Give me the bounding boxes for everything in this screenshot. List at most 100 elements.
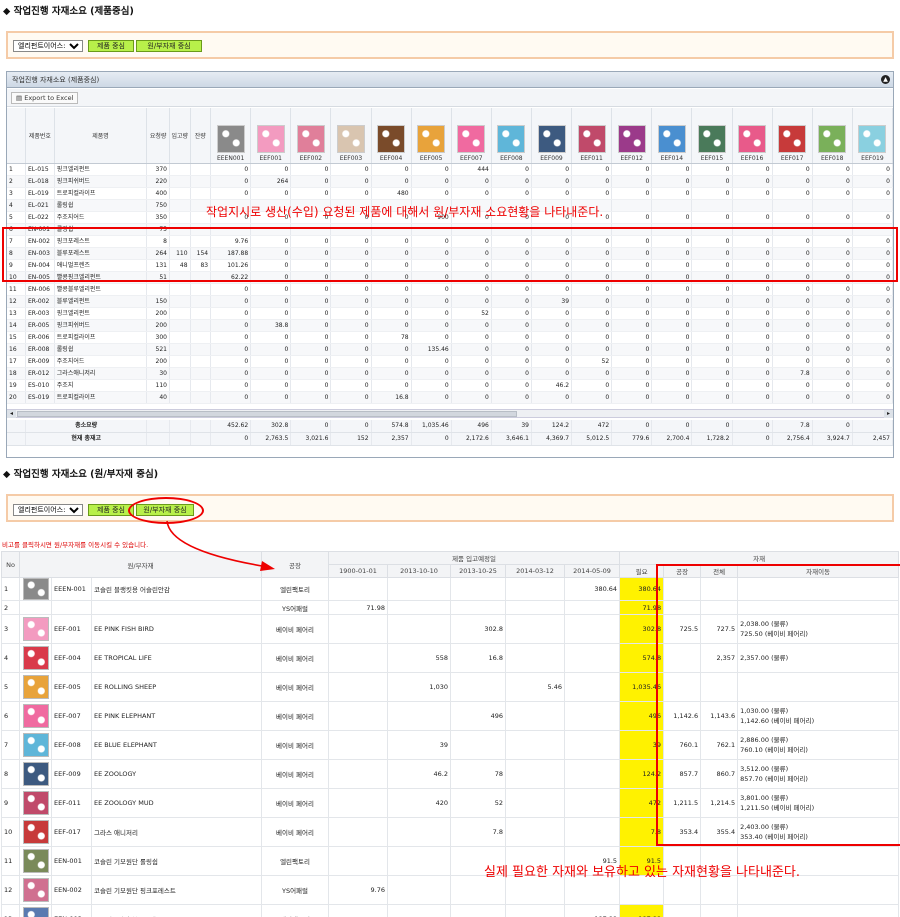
material-qty: 0 (411, 163, 452, 176)
summary-value: 2,172.6 (451, 432, 492, 446)
material-qty: 0 (371, 367, 412, 380)
col-material-eef001[interactable]: EEF001 (250, 108, 292, 164)
row-number: 15 (7, 331, 26, 344)
col-material-eef009[interactable]: EEF009 (531, 108, 573, 164)
row-number: 20 (7, 391, 26, 404)
material-qty: 0 (651, 319, 693, 332)
material-name: EE BLUE ELEPHANT (90, 730, 263, 760)
col-material-eef008[interactable]: EEF008 (491, 108, 532, 164)
date-qty (505, 904, 566, 917)
table-row[interactable]: 20 ES-019 트로피컬라이프 40 0 0 0 0 16.8 0 0 0 0 0 0 0 0 0 0 0 0 (7, 391, 894, 404)
summary-value: 452.62 (210, 420, 252, 433)
material-qty: 0 (451, 391, 492, 404)
material-qty: 0 (531, 319, 573, 332)
col-material-eef005[interactable]: EEF005 (411, 108, 452, 164)
material-qty: 0 (772, 355, 813, 368)
col-material-eef018[interactable]: EEF018 (812, 108, 853, 164)
material-qty: 0 (451, 175, 492, 188)
table-row[interactable]: 3 EL-019 트로피컬라이프 400 0 0 0 0 480 0 0 0 0 0 0 0 0 0 0 0 0 (7, 187, 894, 200)
material-qty: 0 (451, 331, 492, 344)
table-row[interactable]: 11 EN-006 빨콩블루엘리펀트 0 0 0 0 0 0 0 0 0 0 0 0 0 0 0 0 0 (7, 283, 894, 296)
scroll-left-icon[interactable]: ◂ (7, 410, 16, 418)
row-number: 9 (1, 788, 20, 818)
table-row[interactable]: 1 EL-015 핑크엘리펀트 370 0 0 0 0 0 0 444 0 0 0 0 0 0 0 0 0 0 (7, 163, 894, 176)
material-qty: 0 (451, 283, 492, 296)
material-qty (732, 199, 773, 212)
fabric-swatch-icon (22, 878, 49, 902)
material-qty: 0 (531, 187, 573, 200)
material-qty: 0 (531, 331, 573, 344)
summary-value: 39 (491, 420, 532, 433)
table-row[interactable]: 14 ER-005 핑크피쉬버드 200 0 38.8 0 0 0 0 0 0 0 0 0 0 0 0 0 0 0 (7, 319, 894, 332)
col-code: 제품번호 (25, 108, 55, 164)
col-material-eef004[interactable]: EEF004 (371, 108, 412, 164)
material-qty: 0 (451, 343, 492, 356)
summary-value: 3,646.1 (491, 432, 532, 446)
col-date: 2014-03-12 (505, 564, 566, 578)
table-row[interactable]: 18 ER-012 그라스애니저리 30 0 0 0 0 0 0 0 0 0 0 0 0 0 0 7.8 0 0 (7, 367, 894, 380)
table-row[interactable]: 2 EL-018 핑크피쉬버드 220 0 264 0 0 0 0 0 0 0 0 0 0 0 0 0 0 0 (7, 175, 894, 188)
material-name: 코슬린 블랭킷용 어슬린안감 (90, 577, 263, 601)
col-material-eef003[interactable]: EEF003 (330, 108, 372, 164)
export-excel-button[interactable]: ▤ Export to Excel (11, 92, 79, 104)
fabric-swatch-icon (22, 646, 49, 670)
col-material-eef007[interactable]: EEF007 (451, 108, 492, 164)
material-qty: 0 (812, 283, 853, 296)
summary-value: 0 (330, 420, 372, 433)
material-qty: 0 (531, 367, 573, 380)
material-name: 코튼기모원단 블루포레스트 (90, 904, 263, 917)
scroll-right-icon[interactable]: ▸ (884, 410, 893, 418)
product-center-button[interactable]: 제품 중심 (88, 40, 134, 52)
product-code: ER-005 (25, 319, 55, 332)
summary-value: 124.2 (531, 420, 573, 433)
table-row[interactable]: 17 ER-009 주조지어드 200 0 0 0 0 0 0 0 0 0 52 0 0 0 0 0 0 0 (7, 355, 894, 368)
collapse-icon[interactable]: ▲ (881, 75, 890, 84)
material-qty: 0 (732, 307, 773, 320)
col-material-eef002[interactable]: EEF002 (290, 108, 332, 164)
material-qty: 0 (571, 163, 613, 176)
swatch-cell (19, 577, 52, 601)
col-material-eef014[interactable]: EEF014 (651, 108, 693, 164)
date-qty (564, 788, 621, 818)
horizontal-scrollbar[interactable]: ◂ ▸ (7, 409, 893, 418)
material-qty: 0 (772, 343, 813, 356)
material-qty: 0 (451, 367, 492, 380)
col-material-eeen001[interactable]: EEEN001 (210, 108, 252, 164)
table-row[interactable]: 15 ER-006 트로피컬라이프 300 0 0 0 0 78 0 0 0 0 0 0 0 0 0 0 0 0 (7, 331, 894, 344)
brand-select[interactable]: 엘리펀트이어스:EL (13, 40, 83, 52)
date-qty (328, 817, 389, 847)
product-code: EN-006 (25, 283, 55, 296)
material-code-label: EEF005 (419, 154, 443, 162)
material-qty: 0 (491, 331, 532, 344)
excel-icon: ▤ (16, 94, 25, 102)
col-material-eef017[interactable]: EEF017 (772, 108, 813, 164)
col-material-eef012[interactable]: EEF012 (611, 108, 653, 164)
table-row[interactable]: 13 EEN-003코튼기모원단 블루포레스트엘린팩토리 187.88187.88 (1, 904, 900, 917)
row-number: 3 (1, 614, 20, 644)
col-material-eef015[interactable]: EEF015 (691, 108, 733, 164)
material-move-link[interactable] (737, 904, 900, 917)
blank (190, 420, 212, 433)
remaining-qty (190, 319, 212, 332)
material-qty: 0 (290, 175, 332, 188)
product-code: ER-009 (25, 355, 55, 368)
factory-name: YS어패럴 (261, 600, 330, 615)
material-qty (772, 199, 813, 212)
grid-summary: 총소요량 452.62 302.8 0 0 574.8 1,035.46 496 39 124.2… (7, 420, 894, 446)
product-name: 핑크엘리펀트 (54, 307, 148, 320)
brand-select-2[interactable]: 엘리펀트이어스:EL (13, 504, 83, 516)
material-qty: 0 (250, 187, 292, 200)
date-qty: 558 (387, 643, 452, 673)
fabric-swatch-icon (22, 733, 49, 757)
date-qty (450, 672, 507, 702)
table-row[interactable]: 12 ER-002 블루엘리펀트 150 0 0 0 0 0 0 0 0 39 0 0 0 0 0 0 0 0 (7, 295, 894, 308)
scroll-thumb[interactable] (17, 411, 517, 417)
material-center-button[interactable]: 원/부자재 중심 (136, 40, 202, 52)
table-row[interactable]: 16 ER-008 롤링쉽 521 0 0 0 0 0 135.46 0 0 0 0 0 0 0 0 0 0 0 (7, 343, 894, 356)
table-row[interactable]: 13 ER-003 핑크엘리펀트 200 0 0 0 0 0 0 52 0 0 0 0 0 0 0 0 0 0 (7, 307, 894, 320)
material-qty: 0 (290, 319, 332, 332)
table-row[interactable]: 19 ES-010 주조지 110 0 0 0 0 0 0 0 0 46.2 0 0 0 0 0 0 0 0 (7, 379, 894, 392)
col-material-eef011[interactable]: EEF011 (571, 108, 613, 164)
col-material-eef016[interactable]: EEF016 (732, 108, 773, 164)
col-material-eef019[interactable]: EEF019 (852, 108, 894, 164)
